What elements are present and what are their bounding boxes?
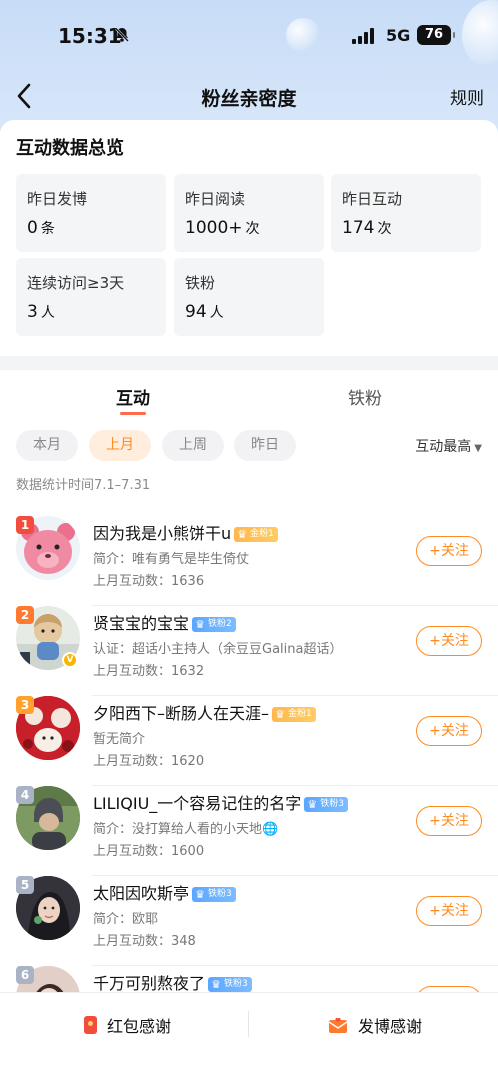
follow-button[interactable]: +关注 — [416, 806, 482, 836]
battery-icon: 76 — [417, 25, 455, 45]
fan-name[interactable]: 因为我是小熊饼干u ♛ 金粉1 — [93, 520, 278, 544]
filter-chip-last-week[interactable]: 上周 — [162, 430, 224, 461]
status-bar: 15:31 5G 76 — [0, 0, 498, 72]
fan-name[interactable]: 夕阳西下–断肠人在天涯– ♛ 金粉1 — [93, 700, 316, 724]
stat-card: 昨日互动 174 次 — [331, 174, 481, 252]
stat-label: 昨日阅读 — [185, 190, 246, 208]
stat-value: 94 人 — [185, 302, 224, 322]
fan-bio: 认证：超话小主持人（余豆豆Galina超话） — [93, 642, 343, 657]
post-thanks-label: 发博感谢 — [358, 1017, 423, 1036]
stat-card: 昨日发博 0条 — [16, 174, 166, 252]
fan-bio: 简介：欧耶 — [93, 912, 159, 927]
signal-icon — [352, 28, 378, 44]
heart-envelope-icon — [328, 1017, 348, 1033]
crown-icon: ♛ — [195, 618, 205, 631]
fan-list-section: 互动 铁粉 本月 上月 上周 昨日 互动最高 ▼ 数据统计时间7.1–7.31 1… — [0, 370, 498, 992]
overview-card: 互动数据总览 昨日发博 0条 昨日阅读 1000+ 次 昨日互动 174 次 连续访… — [0, 120, 498, 356]
stat-value: 0条 — [27, 218, 55, 238]
fan-bio: 暂无简介 — [93, 732, 146, 747]
period-text: 数据统计时间7.1–7.31 — [16, 478, 151, 493]
post-thanks-button[interactable]: 发博感谢 — [328, 1011, 422, 1039]
crown-icon: ♛ — [195, 888, 205, 901]
fan-interaction-count: 上月互动数：1600 — [93, 844, 205, 859]
tab-underline — [120, 412, 146, 415]
bell-muted-icon — [114, 27, 130, 47]
sort-dropdown[interactable]: 互动最高 ▼ — [415, 436, 482, 456]
follow-button[interactable]: +关注 — [416, 626, 482, 656]
fan-name[interactable]: 太阳因吹斯亭 ♛ 铁粉3 — [93, 880, 236, 904]
filter-chip-this-month[interactable]: 本月 — [16, 430, 78, 461]
network-type: 5G — [386, 26, 411, 45]
red-packet-thanks-button[interactable]: 红包感谢 — [84, 1011, 171, 1039]
crown-icon: ♛ — [237, 528, 248, 541]
filter-chip-last-month[interactable]: 上月 — [89, 430, 151, 461]
nav-bar: 粉丝亲密度 规则 — [0, 72, 498, 120]
page-title: 粉丝亲密度 — [201, 88, 297, 110]
rules-link[interactable]: 规则 — [450, 84, 484, 109]
stat-value: 1000+ 次 — [185, 218, 260, 238]
follow-button[interactable]: +关注 — [416, 716, 482, 746]
verified-icon: V — [62, 652, 78, 668]
fan-interaction-count: 上月互动数：1636 — [93, 574, 205, 589]
rank-badge: 6 — [16, 966, 34, 984]
fan-interaction-count: 上月互动数：348 — [93, 934, 196, 949]
fan-bio: 简介：唯有勇气是毕生倚仗 — [93, 552, 250, 567]
stat-card: 连续访问≥3天 3人 — [16, 258, 166, 336]
stat-card: 铁粉 94 人 — [174, 258, 324, 336]
section-divider — [0, 356, 498, 370]
rank-badge: 1 — [16, 516, 34, 534]
fan-level-badge: ♛ 铁粉3 — [208, 977, 252, 992]
status-time: 15:31 — [58, 24, 122, 48]
tab-iron-fans[interactable]: 铁粉 — [348, 384, 382, 409]
follow-button[interactable]: +关注 — [416, 536, 482, 566]
follow-button[interactable]: +关注 — [416, 896, 482, 926]
stat-label: 连续访问≥3天 — [27, 274, 125, 292]
fan-level-badge: ♛ 铁粉3 — [192, 887, 236, 902]
stat-label: 昨日互动 — [342, 190, 403, 208]
crown-icon: ♛ — [275, 708, 285, 721]
fan-level-badge: ♛ 金粉1 — [234, 527, 278, 542]
fan-row[interactable]: 4 LILIQIU_一个容易记住的名字 ♛ 铁粉3 简介：没打算给人看的小天地🌐 上… — [0, 786, 498, 876]
fan-level-badge: ♛ 铁粉2 — [192, 617, 236, 632]
fan-interaction-count: 上月互动数：1620 — [93, 754, 205, 769]
tab-interaction[interactable]: 互动 — [116, 384, 150, 409]
bottom-action-bar: 红包感谢 发博感谢 — [0, 992, 498, 1080]
caret-down-icon: ▼ — [474, 443, 482, 454]
stat-value: 174 次 — [342, 218, 392, 238]
stat-card: 昨日阅读 1000+ 次 — [174, 174, 324, 252]
rank-badge: 4 — [16, 786, 34, 804]
crown-icon: ♛ — [211, 978, 221, 991]
rank-badge: 5 — [16, 876, 34, 894]
fan-name[interactable]: 贤宝宝的宝宝 ♛ 铁粉2 — [93, 610, 236, 634]
fan-row[interactable]: 1 因为我是小熊饼干u ♛ 金粉1 简介：唯有勇气是毕生倚仗 上月互动数：1636 … — [0, 516, 498, 606]
red-packet-icon — [84, 1016, 97, 1034]
crown-icon: ♛ — [307, 798, 318, 811]
fan-level-badge: ♛ 铁粉3 — [304, 797, 349, 812]
filter-chip-yesterday[interactable]: 昨日 — [234, 430, 296, 461]
fan-interaction-count: 上月互动数：1632 — [93, 664, 205, 679]
red-packet-label: 红包感谢 — [107, 1017, 172, 1036]
fan-bio: 简介：没打算给人看的小天地🌐 — [93, 822, 279, 837]
stat-label: 昨日发博 — [27, 190, 88, 208]
overview-title: 互动数据总览 — [16, 138, 124, 159]
rank-badge: 3 — [16, 696, 34, 714]
fan-name[interactable]: LILIQIU_一个容易记住的名字 ♛ 铁粉3 — [93, 790, 349, 814]
stat-label: 铁粉 — [185, 274, 216, 292]
fan-row[interactable]: 5 太阳因吹斯亭 ♛ 铁粉3 简介：欧耶 上月互动数：348 +关注 — [0, 876, 498, 966]
fan-level-badge: ♛ 金粉1 — [272, 707, 316, 722]
rank-badge: 2 — [16, 606, 34, 624]
fan-row[interactable]: 3 夕阳西下–断肠人在天涯– ♛ 金粉1 暂无简介 上月互动数：1620 +关注 — [0, 696, 498, 786]
fan-row[interactable]: 6 千万可别熬夜了♛铁粉3 +关注 — [0, 966, 498, 992]
bottom-divider — [248, 1011, 249, 1037]
fan-name[interactable]: 千万可别熬夜了 ♛ 铁粉3 — [93, 970, 252, 992]
fan-row[interactable]: 2 V 贤宝宝的宝宝 ♛ 铁粉2 认证：超话小主持人（余豆豆Galina超话） 上月… — [0, 606, 498, 696]
stat-value: 3人 — [27, 302, 55, 322]
